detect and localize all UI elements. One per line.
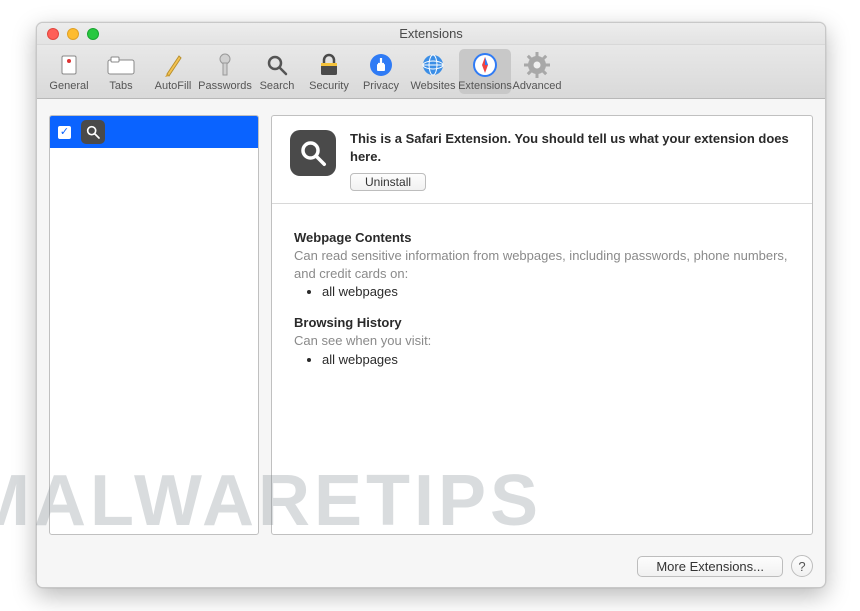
extensions-sidebar: ✓ [49,115,259,535]
tab-label: Websites [410,80,455,92]
tabs-icon [106,51,136,79]
tab-autofill[interactable]: AutoFill [147,49,199,94]
autofill-icon [158,51,188,79]
key-icon [210,51,240,79]
tab-label: Search [260,80,295,92]
footer-bar: More Extensions... ? [37,547,825,587]
more-extensions-button[interactable]: More Extensions... [637,556,783,577]
preferences-toolbar: General Tabs AutoFill Passwords Search [37,45,825,99]
tab-tabs[interactable]: Tabs [95,49,147,94]
tab-advanced[interactable]: Advanced [511,49,563,94]
tab-security[interactable]: Security [303,49,355,94]
permissions-section: Webpage Contents Can read sensitive info… [272,204,812,393]
titlebar: Extensions [37,23,825,45]
extension-header: This is a Safari Extension. You should t… [272,116,812,204]
tab-label: Privacy [363,80,399,92]
permission-description: Can see when you visit: [294,332,790,350]
window-title: Extensions [37,26,825,41]
extension-list-item[interactable]: ✓ [50,116,258,148]
permission-list: all webpages [294,284,790,299]
gear-icon [522,51,552,79]
permission-title: Browsing History [294,315,790,330]
help-button[interactable]: ? [791,555,813,577]
tab-websites[interactable]: Websites [407,49,459,94]
content-area: ✓ This is a Safari Extension. You should… [37,99,825,547]
tab-passwords[interactable]: Passwords [199,49,251,94]
tab-label: Extensions [458,80,512,92]
permission-title: Webpage Contents [294,230,790,245]
compass-icon [470,51,500,79]
tab-extensions[interactable]: Extensions [459,49,511,94]
lock-icon [314,51,344,79]
extension-enable-checkbox[interactable]: ✓ [58,126,71,139]
permission-list-item: all webpages [322,352,790,367]
extension-detail-panel: This is a Safari Extension. You should t… [271,115,813,535]
permission-list-item: all webpages [322,284,790,299]
permission-description: Can read sensitive information from webp… [294,247,790,282]
tab-label: AutoFill [155,80,192,92]
tab-general[interactable]: General [43,49,95,94]
privacy-icon [366,51,396,79]
general-icon [54,51,84,79]
extension-icon [290,130,336,176]
tab-privacy[interactable]: Privacy [355,49,407,94]
extension-item-icon [81,120,105,144]
extension-description: This is a Safari Extension. You should t… [350,130,794,165]
tab-label: Passwords [198,80,252,92]
tab-label: Security [309,80,349,92]
tab-search[interactable]: Search [251,49,303,94]
preferences-window: Extensions General Tabs AutoFill Passwor… [36,22,826,588]
search-icon [262,51,292,79]
tab-label: General [49,80,88,92]
permission-list: all webpages [294,352,790,367]
globe-icon [418,51,448,79]
tab-label: Advanced [513,80,562,92]
tab-label: Tabs [109,80,132,92]
uninstall-button[interactable]: Uninstall [350,173,426,191]
